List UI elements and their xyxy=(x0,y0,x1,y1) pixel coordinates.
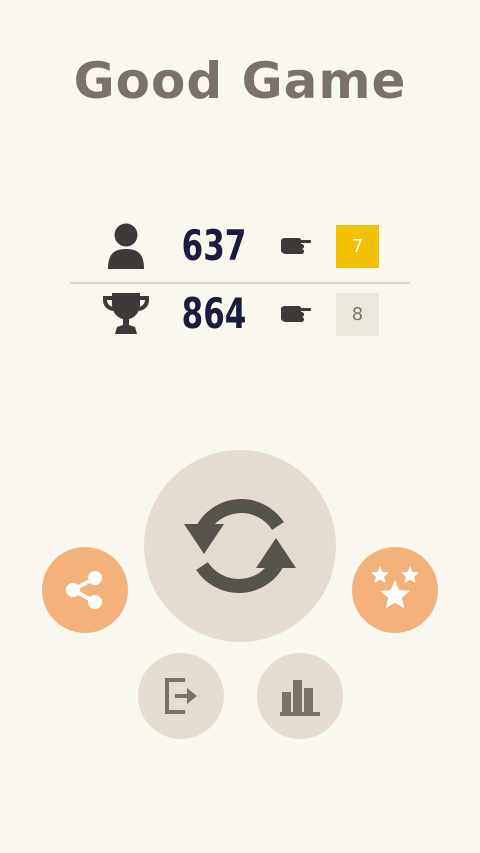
current-level-badge: 7 xyxy=(336,225,379,268)
person-icon xyxy=(100,222,152,270)
current-score-row: 637 7 xyxy=(0,216,480,276)
rate-button[interactable] xyxy=(352,547,438,633)
stars-icon xyxy=(371,566,419,609)
page-title: Good Game xyxy=(73,52,407,110)
stats-button[interactable] xyxy=(257,653,343,739)
replay-button[interactable] xyxy=(144,450,336,642)
refresh-icon xyxy=(184,499,296,593)
pointing-hand-icon xyxy=(278,234,312,258)
current-score: 637 xyxy=(181,221,247,270)
share-icon xyxy=(66,571,102,609)
exit-button[interactable] xyxy=(138,653,224,739)
bar-chart-icon xyxy=(280,680,320,716)
share-button[interactable] xyxy=(42,547,128,633)
best-score: 864 xyxy=(181,289,247,338)
exit-icon xyxy=(165,678,197,714)
best-score-row: 864 8 xyxy=(0,284,480,344)
best-level-badge: 8 xyxy=(336,293,379,336)
trophy-icon xyxy=(100,290,152,338)
pointing-hand-icon xyxy=(278,302,312,326)
